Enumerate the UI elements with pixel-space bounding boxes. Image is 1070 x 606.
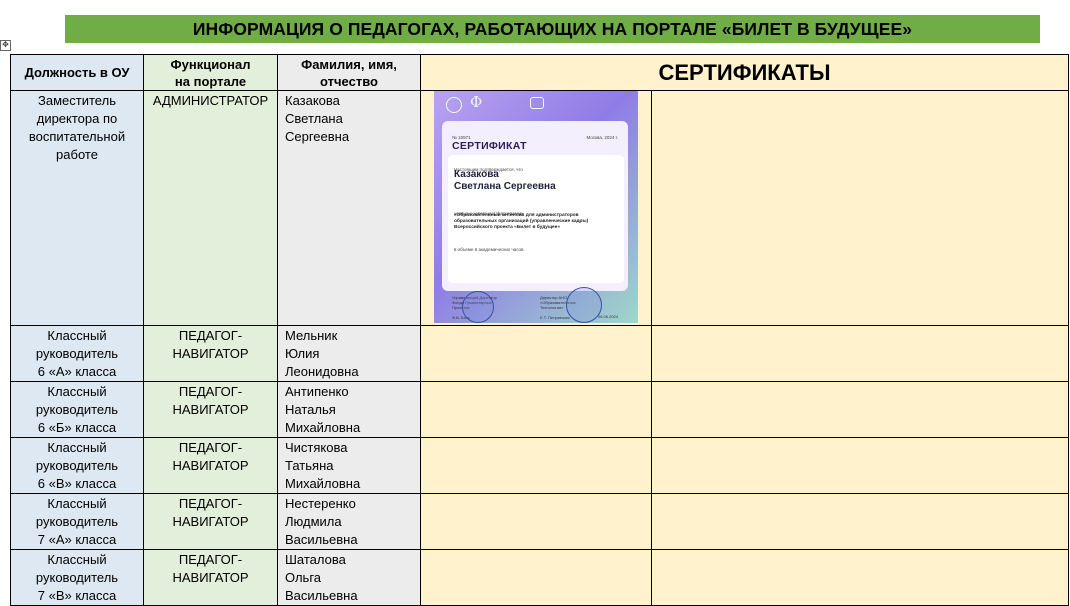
cell-name: Антипенко Наталья Михайловна — [277, 381, 421, 438]
cell-certificate — [420, 325, 652, 382]
cell-certificate-extra — [651, 325, 1069, 382]
certificate-holder: Казакова Светлана Сергеевна — [454, 169, 556, 192]
table-row: Классный руководитель 6 «А» класса ПЕДАГОГ… — [10, 325, 1069, 382]
header-position: Должность в ОУ — [10, 54, 144, 91]
certificate-city-date: Москва, 2024 г. — [586, 135, 618, 140]
cell-certificate — [420, 549, 652, 606]
stamp-right-icon — [566, 287, 602, 323]
cell-certificate-extra — [651, 90, 1069, 326]
certificate-date: 06.06.2024 — [597, 314, 618, 319]
cell-function: ПЕДАГОГ- НАВИГАТОР — [143, 437, 278, 494]
cell-position: Заместитель директора по воспитательной раб… — [10, 90, 144, 326]
stamp-left-icon — [462, 291, 494, 323]
fund-logo-icon: Φ — [470, 93, 483, 111]
page-title: ИНФОРМАЦИЯ О ПЕДАГОГАХ, РАБОТАЮЩИХ НА ПО… — [192, 18, 913, 39]
cell-certificate — [420, 493, 652, 550]
table-row: Классный руководитель 6 «В» класса ПЕДАГОГ… — [10, 437, 1069, 494]
cell-position: Классный руководитель 6 «А» класса — [10, 325, 144, 382]
certificate-heading: СЕРТИФИКАТ — [452, 140, 527, 152]
cell-certificate-extra — [651, 493, 1069, 550]
cell-function: АДМИНИСТРАТОР — [143, 90, 278, 326]
cell-certificate — [420, 381, 652, 438]
certificate-hours: в объеме 6 академических часов. — [454, 247, 525, 252]
table-row: Классный руководитель 7 «В» класса ПЕДАГОГ… — [10, 549, 1069, 606]
cell-name: Шаталова Ольга Васильевна — [277, 549, 421, 606]
project-logo-icon — [446, 97, 462, 113]
page-title-banner: ИНФОРМАЦИЯ О ПЕДАГОГАХ, РАБОТАЮЩИХ НА ПО… — [65, 15, 1040, 43]
cell-certificate — [420, 437, 652, 494]
partner-logo-icon — [530, 97, 544, 109]
cell-position: Классный руководитель 6 «Б» класса — [10, 381, 144, 438]
cell-name: Казакова Светлана Сергеевна — [277, 90, 421, 326]
cell-function: ПЕДАГОГ- НАВИГАТОР — [143, 381, 278, 438]
cell-name: Нестеренко Людмила Васильевна — [277, 493, 421, 550]
cell-function: ПЕДАГОГ- НАВИГАТОР — [143, 325, 278, 382]
cell-name: Чистякова Татьяна Михайловна — [277, 437, 421, 494]
table-row: Классный руководитель 7 «А» класса ПЕДАГОГ… — [10, 493, 1069, 550]
header-row: Должность в ОУ Функционал на портале Фами… — [10, 54, 1069, 91]
cell-position: Классный руководитель 6 «В» класса — [10, 437, 144, 494]
header-name: Фамилия, имя, отчество — [277, 54, 421, 91]
cell-certificate-extra — [651, 381, 1069, 438]
cell-function: ПЕДАГОГ- НАВИГАТОР — [143, 493, 278, 550]
certificate-program: «Образовательный интенсив для администра… — [454, 213, 589, 231]
cell-function: ПЕДАГОГ- НАВИГАТОР — [143, 549, 278, 606]
header-function: Функционал на портале — [143, 54, 278, 91]
cell-certificate: Φ № 10971 Москва, 2024 г. СЕРТИФИКАТ Нас… — [420, 90, 652, 326]
cell-certificate-extra — [651, 437, 1069, 494]
teachers-table: Должность в ОУ Функционал на портале Фами… — [10, 54, 1069, 606]
table-row: Классный руководитель 6 «Б» класса ПЕДАГОГ… — [10, 381, 1069, 438]
header-certificates: СЕРТИФИКАТЫ — [420, 54, 1069, 91]
table-row: Заместитель директора по воспитательной раб… — [10, 90, 1069, 326]
table-move-handle-icon[interactable]: ✥ — [0, 40, 11, 51]
certificate-image[interactable]: Φ № 10971 Москва, 2024 г. СЕРТИФИКАТ Нас… — [434, 91, 638, 323]
cell-position: Классный руководитель 7 «А» класса — [10, 493, 144, 550]
cell-certificate-extra — [651, 549, 1069, 606]
cell-name: Мельник Юлия Леонидовна — [277, 325, 421, 382]
cell-position: Классный руководитель 7 «В» класса — [10, 549, 144, 606]
